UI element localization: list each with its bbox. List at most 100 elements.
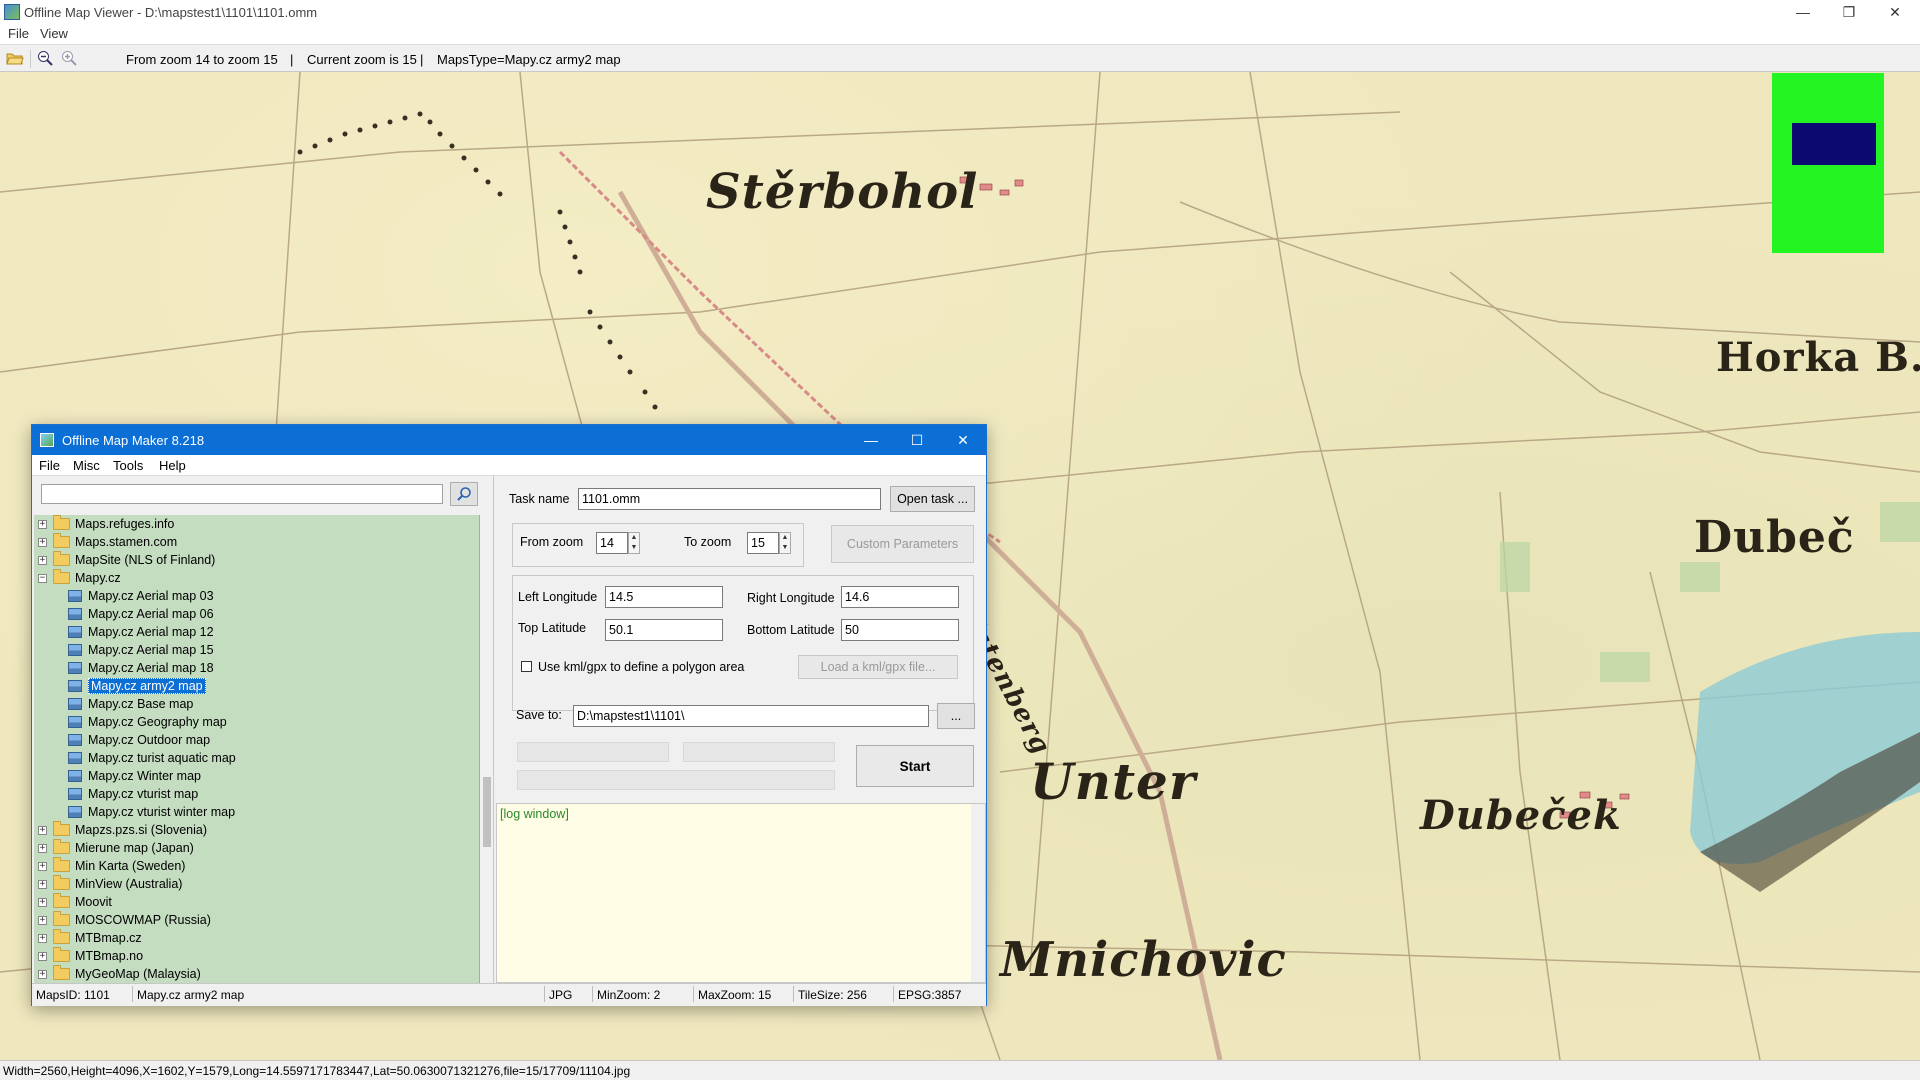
tree-folder-item[interactable]: + MOSCOWMAP (Russia) — [38, 911, 211, 929]
dialog-status-bar: MapsID: 1101 Mapy.cz army2 map JPG MinZo… — [32, 983, 986, 1006]
tree-folder-item[interactable]: + Min Karta (Sweden) — [38, 857, 185, 875]
expand-icon[interactable]: + — [38, 951, 47, 961]
save-to-input[interactable]: D:\mapstest1\1101\ — [573, 705, 929, 727]
dialog-menu-bar: File Misc Tools Help — [32, 455, 986, 476]
tree-item-label: Maps.stamen.com — [75, 535, 178, 549]
tree-item-label: Mapy.cz Aerial map 18 — [88, 661, 214, 675]
dialog-menu-tools[interactable]: Tools — [113, 458, 143, 473]
expand-icon[interactable]: + — [38, 897, 47, 907]
expand-icon[interactable]: + — [38, 825, 47, 835]
tree-map-item[interactable]: Mapy.cz army2 map — [68, 677, 206, 695]
right-longitude-input[interactable]: 14.6 — [841, 586, 959, 608]
map-source-tree[interactable]: + Maps.refuges.info + Maps.stamen.com + MapSi… — [34, 515, 480, 985]
map-search-input[interactable] — [41, 484, 443, 504]
folder-icon — [53, 947, 70, 962]
tree-map-item[interactable]: Mapy.cz Aerial map 03 — [68, 587, 214, 605]
tree-map-item[interactable]: Mapy.cz vturist map — [68, 785, 198, 803]
tree-item-label: MyGeoMap (Malaysia) — [75, 967, 201, 981]
tree-map-item[interactable]: Mapy.cz Geography map — [68, 713, 227, 731]
tree-item-label: Mapy.cz vturist map — [88, 787, 199, 801]
zoom-in-icon — [62, 51, 77, 66]
dialog-minimize-button[interactable]: — — [848, 425, 894, 455]
dialog-close-button[interactable]: ✕ — [940, 425, 986, 455]
tree-folder-item[interactable]: + MTBmap.no — [38, 947, 143, 965]
dialog-title-bar[interactable]: Offline Map Maker 8.218 — ☐ ✕ — [32, 425, 986, 455]
tree-map-item[interactable]: Mapy.cz Aerial map 12 — [68, 623, 214, 641]
bottom-latitude-input[interactable]: 50 — [841, 619, 959, 641]
tree-map-item[interactable]: Mapy.cz Winter map — [68, 767, 201, 785]
custom-parameters-button[interactable]: Custom Parameters — [831, 525, 974, 563]
open-folder-button[interactable] — [5, 49, 25, 67]
browse-button[interactable]: ... — [937, 703, 975, 729]
expand-icon[interactable]: + — [38, 879, 47, 889]
from-zoom-input[interactable]: 14 — [596, 532, 628, 554]
tree-scrollbar-thumb[interactable] — [483, 777, 491, 847]
minimize-button[interactable]: — — [1780, 0, 1826, 24]
status-separator — [592, 986, 593, 1002]
to-zoom-input[interactable]: 15 — [747, 532, 779, 554]
expand-icon[interactable]: + — [38, 537, 47, 547]
map-icon — [68, 734, 82, 746]
tree-folder-item[interactable]: + MapSite (NLS of Finland) — [38, 551, 215, 569]
to-zoom-stepper[interactable]: ▲ ▼ — [779, 532, 791, 554]
log-scrollbar[interactable] — [971, 804, 985, 982]
tree-folder-item[interactable]: + Moovit — [38, 893, 112, 911]
collapse-icon[interactable]: − — [38, 573, 47, 583]
tree-map-item[interactable]: Mapy.cz turist aquatic map — [68, 749, 236, 767]
tree-map-item[interactable]: Mapy.cz Aerial map 18 — [68, 659, 214, 677]
toolbar: From zoom 14 to zoom 15 | Current zoom i… — [0, 44, 1920, 72]
dialog-menu-file[interactable]: File — [39, 458, 60, 473]
expand-icon[interactable]: + — [38, 519, 47, 529]
tree-folder-item[interactable]: + Maps.refuges.info — [38, 515, 174, 533]
tree-folder-item[interactable]: + Maps.stamen.com — [38, 533, 177, 551]
tree-map-item[interactable]: Mapy.cz Outdoor map — [68, 731, 210, 749]
start-button[interactable]: Start — [856, 745, 974, 787]
restore-button[interactable]: ❐ — [1826, 0, 1872, 24]
tree-folder-item[interactable]: − Mapy.cz — [38, 569, 121, 587]
tree-folder-item[interactable]: + Mierune map (Japan) — [38, 839, 194, 857]
tree-folder-item[interactable]: + MyGeoMap (Malaysia) — [38, 965, 201, 983]
left-longitude-input[interactable]: 14.5 — [605, 586, 723, 608]
tree-item-label: Mapy.cz Aerial map 15 — [88, 643, 214, 657]
tree-map-item[interactable]: Mapy.cz Aerial map 06 — [68, 605, 214, 623]
tree-item-label: Mapy.cz Aerial map 06 — [88, 607, 214, 621]
open-task-button[interactable]: Open task ... — [890, 486, 975, 512]
expand-icon[interactable]: + — [38, 915, 47, 925]
top-latitude-input[interactable]: 50.1 — [605, 619, 723, 641]
search-button[interactable] — [450, 482, 478, 506]
dialog-menu-misc[interactable]: Misc — [73, 458, 100, 473]
task-name-input[interactable]: 1101.omm — [578, 488, 881, 510]
load-kml-button[interactable]: Load a kml/gpx file... — [798, 655, 958, 679]
expand-icon[interactable]: + — [38, 555, 47, 565]
from-zoom-stepper[interactable]: ▲ ▼ — [628, 532, 640, 554]
window-title: Offline Map Viewer - D:\mapstest1\1101\1… — [24, 5, 318, 20]
zoom-in-button[interactable] — [59, 49, 79, 67]
menu-view[interactable]: View — [40, 26, 68, 41]
zoom-out-button[interactable] — [35, 49, 55, 67]
folder-icon — [53, 821, 70, 836]
tree-folder-item[interactable]: + MinView (Australia) — [38, 875, 182, 893]
use-kml-label: Use kml/gpx to define a polygon area — [538, 660, 745, 674]
tree-map-item[interactable]: Mapy.cz vturist winter map — [68, 803, 235, 821]
expand-icon[interactable]: + — [38, 843, 47, 853]
tree-map-item[interactable]: Mapy.cz Aerial map 15 — [68, 641, 214, 659]
dialog-menu-help[interactable]: Help — [159, 458, 186, 473]
tree-scrollbar[interactable] — [480, 515, 494, 985]
tree-folder-item[interactable]: + Mapzs.pzs.si (Slovenia) — [38, 821, 207, 839]
tree-map-item[interactable]: Mapy.cz Base map — [68, 695, 193, 713]
dialog-maximize-button[interactable]: ☐ — [894, 425, 940, 455]
expand-icon[interactable]: + — [38, 861, 47, 871]
overview-minimap[interactable] — [1772, 73, 1884, 253]
progress-bar-2 — [683, 742, 835, 762]
expand-icon[interactable]: + — [38, 933, 47, 943]
search-icon — [457, 487, 471, 501]
close-button[interactable]: ✕ — [1872, 0, 1918, 24]
menu-file[interactable]: File — [8, 26, 29, 41]
map-icon — [68, 644, 82, 656]
left-longitude-label: Left Longitude — [518, 590, 598, 604]
use-kml-checkbox[interactable] — [521, 661, 532, 672]
expand-icon[interactable]: + — [38, 969, 47, 979]
tree-folder-item[interactable]: + MTBmap.cz — [38, 929, 142, 947]
overview-viewport[interactable] — [1792, 123, 1876, 165]
log-window[interactable]: [log window] — [496, 803, 986, 983]
